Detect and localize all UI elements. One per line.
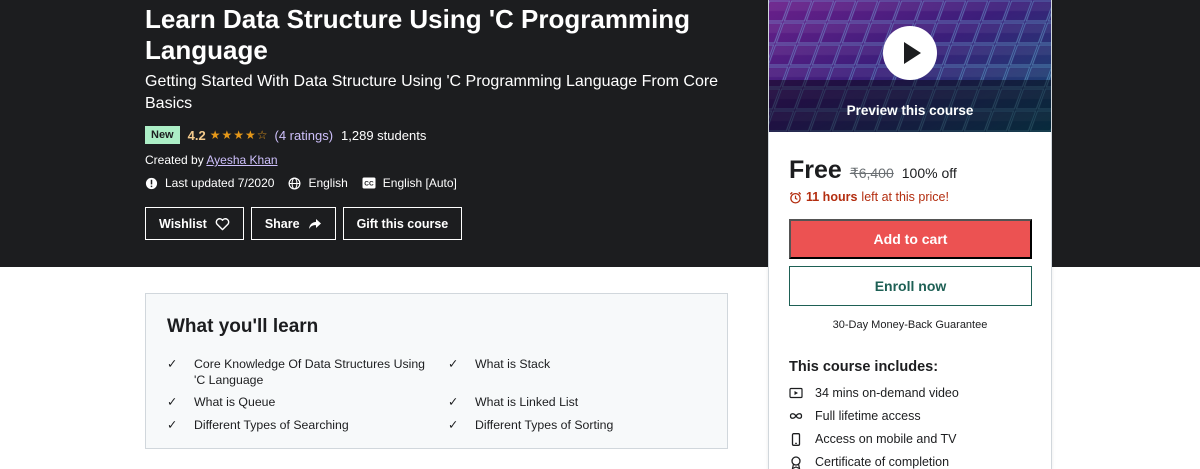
course-info-row: Last updated 7/2020 English CC English [… (145, 176, 471, 190)
rating-value: 4.2 (187, 127, 206, 143)
learn-item: ✓ Core Knowledge Of Data Structures Usin… (167, 356, 429, 388)
learn-item: ✓ Different Types of Sorting (448, 417, 710, 433)
checkmark-icon: ✓ (167, 357, 178, 371)
video-icon (789, 387, 803, 399)
checkmark-icon: ✓ (448, 395, 459, 409)
course-title: Learn Data Structure Using 'C Programmin… (145, 4, 691, 65)
price-timer: 11 hours left at this price! (789, 190, 949, 204)
last-updated: Last updated 7/2020 (145, 176, 274, 190)
share-button[interactable]: Share (250, 207, 336, 240)
timer-hours: 11 hours (806, 190, 858, 204)
learn-item-text: Different Types of Searching (194, 418, 349, 432)
wishlist-button[interactable]: Wishlist (145, 207, 244, 240)
wishlist-label: Wishlist (159, 216, 207, 231)
include-item-mobile: Access on mobile and TV (789, 432, 957, 446)
course-subtitle: Getting Started With Data Structure Usin… (145, 73, 719, 112)
purchase-sidebar: Preview this course Free ₹6,400 100% off… (768, 0, 1052, 469)
includes-title: This course includes: (789, 359, 939, 375)
checkmark-icon: ✓ (448, 357, 459, 371)
closed-captions-icon: CC (362, 177, 376, 189)
learn-item: ✓ What is Linked List (448, 394, 710, 410)
alert-badge-icon (145, 177, 158, 189)
learn-item-text: What is Stack (475, 357, 551, 371)
gift-course-button[interactable]: Gift this course (342, 207, 463, 240)
learn-item: ✓ What is Stack (448, 356, 710, 372)
what-you-learn-title: What you'll learn (167, 316, 319, 337)
language: English (288, 176, 348, 190)
infinity-icon (789, 413, 803, 419)
heart-icon (215, 217, 230, 230)
learn-item-text: Different Types of Sorting (475, 418, 614, 432)
share-arrow-icon (308, 218, 321, 229)
new-badge: New (145, 126, 180, 144)
students-count: 1,289 students (341, 127, 427, 143)
timer-text: left at this price! (861, 190, 949, 204)
checkmark-icon: ✓ (167, 418, 178, 432)
captions-text: English [Auto] (382, 176, 457, 190)
include-label: Full lifetime access (815, 409, 921, 423)
include-label: Certificate of completion (815, 455, 950, 469)
current-price: Free (789, 156, 842, 184)
include-item-video: 34 mins on-demand video (789, 386, 959, 400)
star-rating-icon: ★★★★☆ (209, 128, 269, 142)
ratings-count-link[interactable]: (4 ratings) (275, 128, 334, 143)
instructor-link[interactable]: Ayesha Khan (206, 153, 277, 167)
learn-item: ✓ Different Types of Searching (167, 417, 429, 433)
learn-item: ✓ What is Queue (167, 394, 429, 410)
discount-percent: 100% off (901, 165, 957, 181)
learn-item-text: What is Linked List (475, 395, 579, 409)
enroll-now-button[interactable]: Enroll now (789, 266, 1032, 306)
action-buttons: Wishlist Share Gift this course (145, 207, 469, 240)
created-by-label: Created by (145, 153, 204, 167)
course-preview[interactable]: Preview this course (769, 0, 1051, 132)
mobile-icon (791, 432, 801, 446)
original-price: ₹6,400 (849, 165, 894, 181)
what-you-learn-section: What you'll learn ✓ Core Knowledge Of Da… (145, 293, 728, 449)
preview-label: Preview this course (846, 103, 974, 118)
language-text: English (308, 176, 348, 190)
price-row: Free ₹6,400 100% off (789, 156, 957, 185)
gift-label: Gift this course (356, 216, 449, 231)
captions: CC English [Auto] (362, 176, 457, 190)
created-by: Created by Ayesha Khan (145, 153, 278, 167)
globe-icon (288, 177, 301, 189)
include-label: 34 mins on-demand video (815, 386, 959, 400)
money-back-guarantee: 30-Day Money-Back Guarantee (832, 319, 988, 331)
include-label: Access on mobile and TV (815, 432, 957, 446)
checkmark-icon: ✓ (167, 395, 178, 409)
include-item-lifetime: Full lifetime access (789, 409, 921, 423)
rating-row: New 4.2 ★★★★☆ (4 ratings) 1,289 students (145, 126, 426, 144)
certificate-icon (791, 455, 801, 469)
learn-item-text: What is Queue (194, 395, 276, 409)
share-label: Share (264, 216, 300, 231)
include-item-certificate: Certificate of completion (789, 455, 949, 469)
play-button-icon[interactable] (883, 26, 937, 80)
last-updated-text: Last updated 7/2020 (165, 176, 275, 190)
alarm-clock-icon (789, 191, 802, 204)
learn-item-text: Core Knowledge Of Data Structures Using … (194, 357, 426, 387)
add-to-cart-button[interactable]: Add to cart (789, 219, 1032, 259)
checkmark-icon: ✓ (448, 418, 459, 432)
svg-text:CC: CC (364, 181, 374, 188)
